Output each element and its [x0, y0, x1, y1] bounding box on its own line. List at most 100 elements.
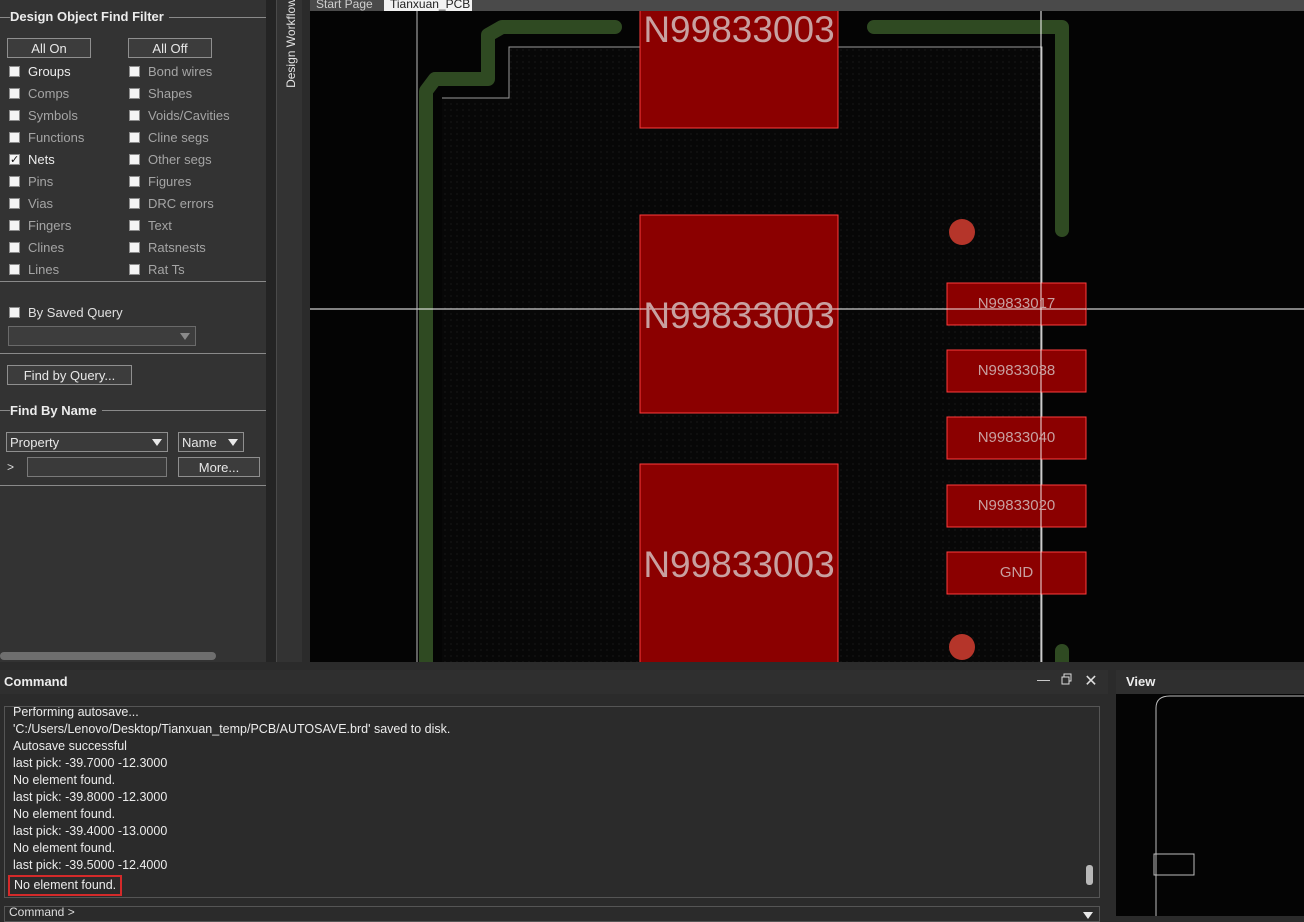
small-pad-label: N99833017	[977, 295, 1056, 312]
checkbox-box[interactable]	[129, 264, 140, 275]
checkbox-box[interactable]	[9, 198, 20, 209]
view-panel-title: View	[1126, 674, 1156, 689]
find-filter-title: Design Object Find Filter	[10, 9, 169, 24]
checkbox-box[interactable]	[9, 110, 20, 121]
checkbox-box[interactable]	[129, 198, 140, 209]
all-on-button[interactable]: All On	[7, 38, 91, 58]
via	[949, 219, 975, 245]
checkbox-box[interactable]	[129, 88, 140, 99]
restore-icon[interactable]	[1061, 673, 1073, 685]
log-line: Autosave successful	[13, 739, 127, 753]
small-pad-label: N99833020	[977, 497, 1056, 514]
small-pad-label: N99833038	[977, 362, 1056, 379]
checkbox-box[interactable]	[9, 242, 20, 253]
checkbox-box[interactable]	[129, 110, 140, 121]
checkbox-box[interactable]	[9, 66, 20, 77]
viewport-rect	[1153, 853, 1195, 876]
log-line: No element found.	[13, 773, 116, 787]
divider	[0, 353, 266, 354]
log-line: last pick: -39.8000 -12.3000	[13, 790, 168, 804]
checkbox-box[interactable]	[9, 176, 20, 187]
view-minimap[interactable]	[1116, 694, 1304, 916]
command-log[interactable]: Performing autosave... 'C:/Users/Lenovo/D…	[4, 706, 1100, 898]
log-line: last pick: -39.7000 -12.3000	[13, 756, 168, 770]
log-line: Performing autosave...	[13, 706, 139, 719]
checkbox-box[interactable]	[9, 88, 20, 99]
filter-checkbox-label: Figures	[148, 174, 192, 189]
panel-splitter[interactable]	[1108, 670, 1116, 916]
filter-checkbox-label: Shapes	[148, 86, 193, 101]
filter-checkbox-label: Functions	[28, 130, 85, 145]
checkbox-box[interactable]	[129, 220, 140, 231]
horizontal-scrollbar[interactable]	[0, 652, 216, 660]
chevron-down-icon	[228, 439, 238, 446]
log-line: last pick: -39.4000 -13.0000	[13, 824, 168, 838]
close-icon[interactable]: ✕	[1084, 671, 1098, 690]
filter-checkbox-label: Pins	[28, 174, 54, 189]
pcb-canvas[interactable]: N99833003 N99833003 N99833003 N99833017 …	[310, 11, 1304, 662]
checkbox-box[interactable]	[129, 66, 140, 77]
filter-checkbox-label: Clines	[28, 240, 65, 255]
filter-checkbox-label: Symbols	[28, 108, 78, 123]
tab-tianxuan-pcb[interactable]: Tianxuan_PCB	[384, 0, 472, 11]
log-line: No element found.	[13, 841, 116, 855]
by-saved-query-label: By Saved Query	[28, 305, 123, 320]
filter-checkbox-label: DRC errors	[148, 196, 214, 211]
find-filter-panel: Design Object Find Filter All On All Off…	[0, 0, 266, 662]
filter-checkbox-label: Comps	[28, 86, 70, 101]
minimap-drawing	[1153, 695, 1304, 916]
checkbox-box[interactable]	[129, 176, 140, 187]
panel-splitter[interactable]	[302, 0, 310, 662]
filter-checkbox-label: Text	[148, 218, 172, 233]
filter-checkbox-label: Voids/Cavities	[148, 108, 230, 123]
large-pad-label: N99833003	[643, 11, 835, 50]
command-panel-title: Command	[4, 674, 68, 689]
command-input[interactable]: Command >	[4, 906, 1100, 922]
minimize-icon[interactable]: —	[1037, 672, 1050, 688]
all-off-button[interactable]: All Off	[128, 38, 212, 58]
more-button[interactable]: More...	[178, 457, 260, 477]
command-panel-header: Command — ✕	[0, 670, 1108, 694]
checkbox-box[interactable]	[9, 264, 20, 275]
divider	[0, 485, 266, 486]
via	[949, 634, 975, 660]
log-line: No element found.	[13, 807, 116, 821]
checkbox-box[interactable]	[9, 307, 20, 318]
vertical-scrollbar[interactable]	[1086, 865, 1093, 885]
prompt-symbol: >	[7, 460, 15, 474]
find-by-name-title: Find By Name	[10, 403, 102, 418]
filter-checkbox-label: Other segs	[148, 152, 212, 167]
filter-checkbox-label: Fingers	[28, 218, 72, 233]
divider	[0, 281, 266, 282]
document-tabs: Start Page Tianxuan_PCB	[310, 0, 1304, 11]
panel-splitter[interactable]	[266, 0, 276, 662]
small-pad-label: N99833040	[977, 429, 1056, 446]
checkbox-box[interactable]	[129, 132, 140, 143]
name-search-input[interactable]	[27, 457, 167, 477]
command-spacer	[0, 694, 1108, 706]
checkbox-box[interactable]	[129, 154, 140, 165]
filter-checkbox-label: Ratsnests	[148, 240, 206, 255]
find-by-query-button[interactable]: Find by Query...	[7, 365, 132, 385]
property-select-value: Property	[10, 435, 60, 450]
name-select-value: Name	[182, 435, 217, 450]
name-select[interactable]: Name	[178, 432, 244, 452]
filter-checkbox-label: Bond wires	[148, 64, 213, 79]
large-pad-label: N99833003	[643, 544, 835, 585]
property-select[interactable]: Property	[6, 432, 168, 452]
log-line: 'C:/Users/Lenovo/Desktop/Tianxuan_temp/P…	[13, 722, 451, 736]
tab-start-page[interactable]: Start Page	[310, 0, 384, 11]
design-workflow-tab[interactable]: Design Workflow	[276, 0, 303, 662]
saved-query-select[interactable]	[8, 326, 196, 346]
checkbox-box[interactable]	[9, 132, 20, 143]
filter-checkbox-label: Vias	[28, 196, 54, 211]
check-icon[interactable]: ✓	[9, 154, 20, 165]
panel-splitter[interactable]	[0, 662, 1304, 670]
filter-checkbox-label: Lines	[28, 262, 60, 277]
filter-checkbox-label: Rat Ts	[148, 262, 185, 277]
checkbox-box[interactable]	[9, 220, 20, 231]
chevron-down-icon	[152, 439, 162, 446]
checkbox-box[interactable]	[129, 242, 140, 253]
large-pad-label: N99833003	[643, 295, 835, 336]
log-line: last pick: -39.5000 -12.4000	[13, 858, 168, 872]
